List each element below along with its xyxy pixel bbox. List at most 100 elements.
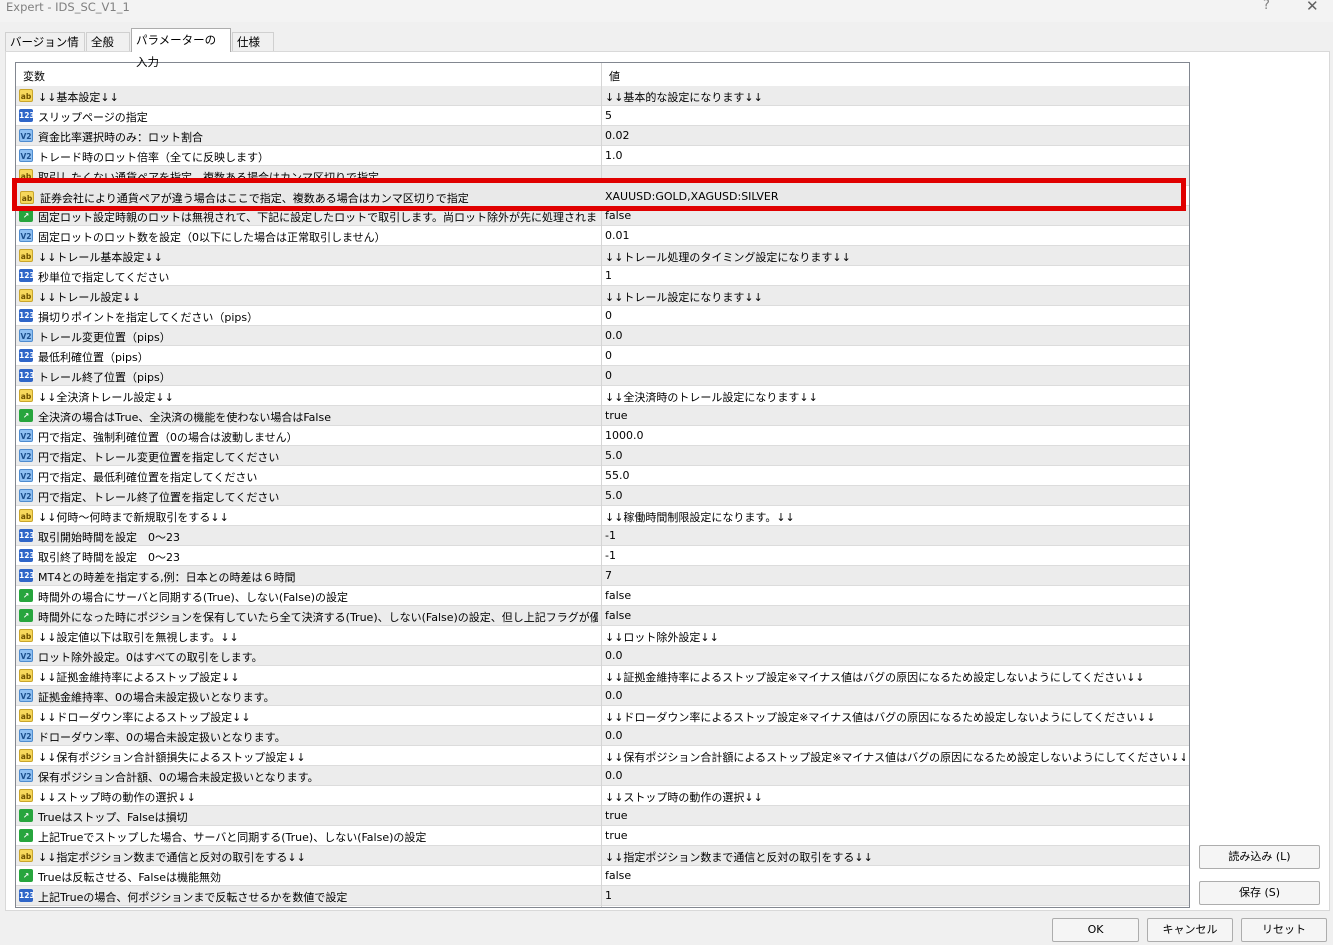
ok-button[interactable]: OK (1052, 918, 1139, 942)
parameter-value[interactable]: 0.0 (605, 649, 1185, 662)
parameter-value[interactable]: true (605, 409, 1185, 422)
parameter-value[interactable]: 5.0 (605, 449, 1185, 462)
table-row[interactable]: V2 固定ロットのロット数を設定（0以下にした場合は正常取引しません） 0.01 (16, 226, 1189, 246)
table-row[interactable]: ab ↓↓指定ポジション数まで通信と反対の取引をする↓↓ ↓↓指定ポジション数まで通… (16, 846, 1189, 866)
parameter-value[interactable]: ↓↓指定ポジション数まで通信と反対の取引をする↓↓ (605, 849, 1185, 865)
parameter-value[interactable]: ↓↓ロット除外設定↓↓ (605, 629, 1185, 645)
tab-spec[interactable]: 仕様 (232, 32, 274, 51)
help-icon[interactable]: ? (1263, 0, 1270, 13)
parameter-value[interactable]: 5.0 (605, 489, 1185, 502)
table-row[interactable]: 123 秒単位で指定してください 1 (16, 266, 1189, 286)
table-row[interactable]: ab ↓↓何時〜何時まで新規取引をする↓↓ ↓↓稼働時間制限設定になります。↓↓ (16, 506, 1189, 526)
parameter-value[interactable]: false (605, 609, 1185, 622)
tab-input-parameters[interactable]: パラメーターの入力 (131, 28, 231, 69)
table-row[interactable]: 123 取引開始時間を設定 0〜23 -1 (16, 526, 1189, 546)
tab-general[interactable]: 全般 (86, 32, 130, 51)
parameter-value[interactable]: 7 (605, 569, 1185, 582)
parameter-value[interactable]: 0 (605, 349, 1185, 362)
parameter-value[interactable]: 55.0 (605, 469, 1185, 482)
table-row[interactable]: ab ↓↓トレール設定↓↓ ↓↓トレール設定になります↓↓ (16, 286, 1189, 306)
parameter-value[interactable]: 0.0 (605, 769, 1185, 782)
parameter-value[interactable]: ↓↓基本的な設定になります↓↓ (605, 89, 1185, 105)
table-row[interactable]: V2 円で指定、強制利確位置（0の場合は波動しません） 1000.0 (16, 426, 1189, 446)
parameter-value[interactable]: ↓↓全決済時のトレール設定になります↓↓ (605, 389, 1185, 405)
table-row[interactable]: ↗ Trueはストップ、Falseは損切 true (16, 806, 1189, 826)
table-row[interactable]: V2 ドローダウン率、0の場合未設定扱いとなります。 0.0 (16, 726, 1189, 746)
highlighted-row[interactable]: ab 証券会社により通貨ペアが違う場合はここで指定、複数ある場合はカンマ区切りで… (12, 178, 1186, 211)
cancel-button[interactable]: キャンセル (1147, 918, 1233, 942)
save-button[interactable]: 保存 (S) (1199, 881, 1320, 905)
close-icon[interactable]: ✕ (1306, 0, 1319, 15)
parameter-value[interactable]: 1000.0 (605, 429, 1185, 442)
table-row[interactable]: ab ↓↓トレール基本設定↓↓ ↓↓トレール処理のタイミング設定になります↓↓ (16, 246, 1189, 266)
table-row[interactable]: ↗ Trueは反転させる、Falseは機能無効 false (16, 866, 1189, 886)
table-row[interactable]: 123 スリップページの指定 5 (16, 106, 1189, 126)
parameter-value[interactable]: 5 (605, 109, 1185, 122)
parameter-name: ↓↓何時〜何時まで新規取引をする↓↓ (38, 511, 229, 524)
parameter-value[interactable]: true (605, 829, 1185, 842)
table-row[interactable]: ↗ 時間外になった時にポジションを保有していたら全て決済する(True)、しない(… (16, 606, 1189, 626)
table-row[interactable]: ↗ 時間外の場合にサーバと同期する(True)、しない(False)の設定 fals… (16, 586, 1189, 606)
integer-type-icon: 123 (19, 109, 35, 122)
table-row[interactable]: 123 取引終了時間を設定 0〜23 -1 (16, 546, 1189, 566)
parameter-value[interactable]: 0.02 (605, 129, 1185, 142)
parameter-value[interactable]: false (605, 589, 1185, 602)
parameter-value[interactable]: ↓↓トレール設定になります↓↓ (605, 289, 1185, 305)
table-row[interactable]: V2 ロット除外設定。0はすべての取引をします。 0.0 (16, 646, 1189, 666)
parameter-value[interactable]: 0.01 (605, 229, 1185, 242)
column-header-variable[interactable]: 変数 (23, 68, 45, 84)
table-row[interactable]: 123 トレール終了位置（pips） 0 (16, 366, 1189, 386)
parameter-value[interactable]: 0.0 (605, 329, 1185, 342)
table-row[interactable]: ab ↓↓ストップ時の動作の選択↓↓ ↓↓ストップ時の動作の選択↓↓ (16, 786, 1189, 806)
bool-type-icon: ↗ (19, 409, 33, 422)
parameter-value[interactable]: 0 (605, 369, 1185, 382)
parameter-value[interactable]: 1.0 (605, 149, 1185, 162)
parameter-value[interactable]: 1 (605, 889, 1185, 902)
string-type-icon: ab (19, 789, 33, 802)
highlighted-row-value[interactable]: XAUUSD:GOLD,XAGUSD:SILVER (605, 190, 778, 203)
table-row[interactable]: ab ↓↓基本設定↓↓ ↓↓基本的な設定になります↓↓ (16, 86, 1189, 106)
table-row[interactable]: ab ↓↓証拠金維持率によるストップ設定↓↓ ↓↓証拠金維持率によるストップ設定※マ… (16, 666, 1189, 686)
table-row[interactable]: ab ↓↓ドローダウン率によるストップ設定↓↓ ↓↓ドローダウン率によるストップ設定… (16, 706, 1189, 726)
table-row[interactable]: V2 保有ポジション合計額、0の場合未設定扱いとなります。 0.0 (16, 766, 1189, 786)
table-row[interactable]: V2 円で指定、トレール変更位置を指定してください 5.0 (16, 446, 1189, 466)
table-row[interactable]: V2 円で指定、トレール終了位置を指定してください 5.0 (16, 486, 1189, 506)
table-row[interactable]: ab ↓↓保有ポジション合計額損失によるストップ設定↓↓ ↓↓保有ポジション合計額に… (16, 746, 1189, 766)
parameter-value[interactable]: ↓↓ストップ時の動作の選択↓↓ (605, 789, 1185, 805)
table-row[interactable]: 123 損切りポイントを指定してください（pips） 0 (16, 306, 1189, 326)
parameter-value[interactable]: true (605, 809, 1185, 822)
parameter-name: 上記Trueの場合、何ポジションまで反転させるかを数値で設定 (38, 891, 348, 904)
column-header-value[interactable]: 値 (609, 68, 620, 84)
parameter-value[interactable]: ↓↓保有ポジション合計額によるストップ設定※マイナス値はバグの原因になるため設定… (605, 749, 1185, 765)
parameter-value[interactable]: -1 (605, 529, 1185, 542)
parameter-value[interactable]: ↓↓ドローダウン率によるストップ設定※マイナス値はバグの原因になるため設定しない… (605, 709, 1185, 725)
parameter-value[interactable]: 0 (605, 309, 1185, 322)
parameter-value[interactable]: 1 (605, 269, 1185, 282)
table-row[interactable]: 123 上記Trueの場合、何ポジションまで反転させるかを数値で設定 1 (16, 886, 1189, 906)
table-row[interactable]: V2 資金比率選択時のみ：ロット割合 0.02 (16, 126, 1189, 146)
parameter-value[interactable]: -1 (605, 549, 1185, 562)
tab-version-info[interactable]: バージョン情報 (5, 32, 85, 68)
string-type-icon: ab (19, 749, 33, 762)
reset-button[interactable]: リセット (1241, 918, 1327, 942)
parameter-value[interactable]: ↓↓証拠金維持率によるストップ設定※マイナス値はバグの原因になるため設定しないよ… (605, 669, 1185, 685)
table-row[interactable]: ↗ 全決済の場合はTrue、全決済の機能を使わない場合はFalse true (16, 406, 1189, 426)
parameter-name: 円で指定、トレール終了位置を指定してください (38, 491, 280, 504)
table-row[interactable]: V2 トレール変更位置（pips） 0.0 (16, 326, 1189, 346)
parameter-value[interactable]: false (605, 869, 1185, 882)
table-row[interactable]: ↗ 上記Trueでストップした場合、サーバと同期する(True)、しない(Fals… (16, 826, 1189, 846)
parameter-value[interactable]: 0.0 (605, 689, 1185, 702)
table-row[interactable]: ab ↓↓全決済トレール設定↓↓ ↓↓全決済時のトレール設定になります↓↓ (16, 386, 1189, 406)
parameter-value[interactable]: ↓↓稼働時間制限設定になります。↓↓ (605, 509, 1185, 525)
table-row[interactable]: V2 証拠金維持率、0の場合未設定扱いとなります。 0.0 (16, 686, 1189, 706)
table-row[interactable]: 123 MT4との時差を指定する,例：日本との時差は６時間 7 (16, 566, 1189, 586)
table-row[interactable]: ab ↓↓設定値以下は取引を無視します。↓↓ ↓↓ロット除外設定↓↓ (16, 626, 1189, 646)
table-row[interactable]: 123 最低利確位置（pips） 0 (16, 346, 1189, 366)
table-row[interactable]: V2 円で指定、最低利確位置を指定してください 55.0 (16, 466, 1189, 486)
double-type-icon: V2 (19, 649, 33, 662)
parameter-value[interactable]: 0.0 (605, 729, 1185, 742)
table-row[interactable]: V2 トレード時のロット倍率（全てに反映します） 1.0 (16, 146, 1189, 166)
string-type-icon: ab (19, 89, 33, 102)
load-button[interactable]: 読み込み (L) (1199, 845, 1320, 869)
parameter-value[interactable]: ↓↓トレール処理のタイミング設定になります↓↓ (605, 249, 1185, 265)
